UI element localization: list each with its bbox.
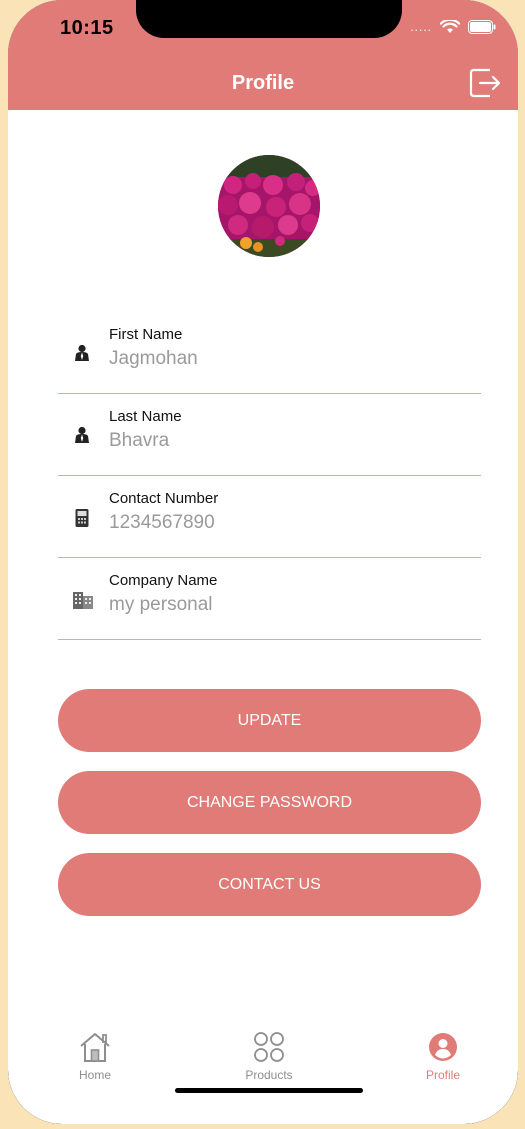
tab-home[interactable]: Home [35,1030,155,1082]
tab-profile[interactable]: Profile [383,1030,503,1082]
profile-icon [383,1030,503,1064]
phone-icon [74,508,90,527]
notch [136,0,402,38]
first-name-field: First Name [58,312,481,394]
logout-icon[interactable] [468,66,504,100]
tab-products[interactable]: Products [209,1030,329,1082]
last-name-field: Last Name [58,394,481,476]
last-name-label: Last Name [109,408,182,425]
last-name-input[interactable] [109,430,449,452]
header-bar: 10:15 ..... Profile [8,0,518,110]
company-name-input[interactable] [109,594,449,616]
building-icon [72,590,94,609]
home-icon [35,1030,155,1064]
update-button[interactable]: UPDATE [58,689,481,752]
person-icon [74,426,90,444]
device-frame: 10:15 ..... Profile First Name Jagmohan … [8,0,518,1124]
tab-home-label: Home [78,1068,111,1082]
contact-us-button[interactable]: CONTACT US [58,853,481,916]
contact-number-input[interactable] [109,512,449,534]
page-title: Profile [231,72,295,94]
wifi-icon [440,20,460,34]
change-password-button[interactable]: CHANGE PASSWORD [58,771,481,834]
screen: 10:15 ..... Profile First Name Jagmohan … [8,0,518,1124]
tab-profile-label: Profile [425,1068,460,1082]
company-name-label: Company Name [109,572,218,589]
first-name-label: First Name [109,326,183,343]
contact-number-field: Contact Number [58,476,481,558]
status-time: 10:15 [60,17,114,39]
battery-icon [468,20,496,34]
grid-icon [209,1030,329,1064]
signal-dots: ..... [410,20,432,34]
person-icon [74,344,90,362]
status-icons: ..... [410,20,496,34]
company-name-field: Company Name [58,558,481,640]
tab-bar: Home Products Profile [8,1030,518,1090]
contact-number-label: Contact Number [109,490,219,507]
first-name-input[interactable] [109,348,449,370]
avatar[interactable] [218,155,320,257]
tab-products-label: Products [245,1068,293,1082]
home-indicator[interactable] [175,1088,363,1093]
